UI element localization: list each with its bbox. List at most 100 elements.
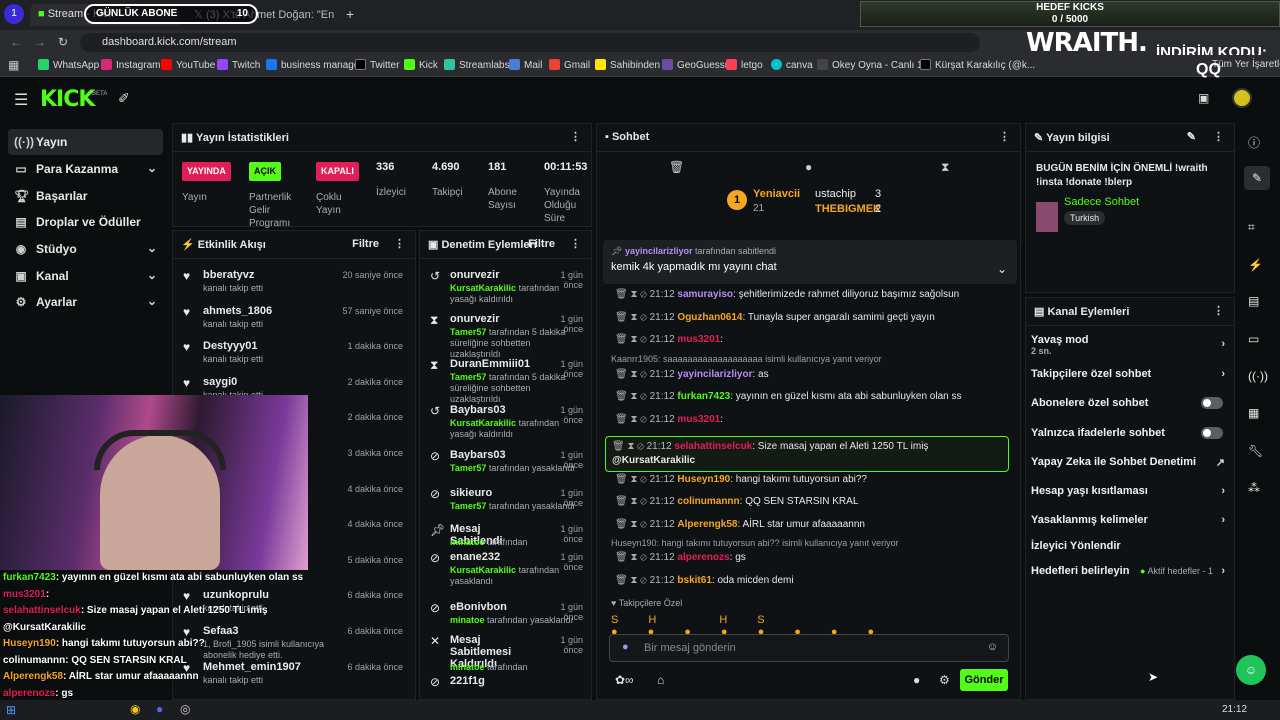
sidebar-item-yayin[interactable]: ((·)) Yayın <box>8 129 163 155</box>
hourglass-icon[interactable]: ⧗ <box>941 160 949 175</box>
banned-words-row[interactable]: Yasaklanmış kelimeler › <box>1031 514 1225 526</box>
account-age-row[interactable]: Hesap yaşı kısıtlaması › <box>1031 485 1225 497</box>
edit-icon[interactable]: ✎ <box>1187 130 1196 143</box>
trash-icon[interactable]: 🗑︎ <box>615 369 630 380</box>
reload-icon[interactable]: ↻ <box>58 35 68 49</box>
bubble-icon[interactable]: ● <box>805 160 812 174</box>
bookmark-business-manager[interactable]: business manager <box>266 59 363 71</box>
chrome-icon[interactable]: ◉ <box>130 702 140 716</box>
more-icon[interactable]: ⋮ <box>394 237 405 250</box>
ban-icon[interactable]: ⊘ <box>640 289 649 300</box>
goals-row[interactable]: Hedefleri belirleyin ● Aktif hedefler - 1… <box>1031 565 1225 577</box>
bookmark-instagram[interactable]: Instagram <box>101 59 160 71</box>
send-button[interactable]: Gönder <box>960 669 1008 691</box>
filter-button[interactable]: Filtre <box>352 238 379 250</box>
capture-icon[interactable]: ⌗ <box>1248 220 1255 235</box>
chat-username[interactable]: Huseyn190 <box>677 474 730 485</box>
chat-username[interactable]: bskit61 <box>677 575 711 586</box>
hourglass-icon[interactable]: ⧗ <box>630 289 640 300</box>
trash-icon[interactable]: 🗑︎ <box>615 474 630 485</box>
sidebar-item-studyo[interactable]: ◉ Stüdyo ⌄ <box>8 236 163 262</box>
hourglass-icon[interactable]: ⧗ <box>630 312 640 323</box>
trash-icon[interactable]: 🗑︎ <box>615 552 630 563</box>
hourglass-icon[interactable]: ⧗ <box>627 441 637 452</box>
emoji-icon[interactable]: ☺ <box>987 641 998 653</box>
more-icon[interactable]: ⋮ <box>570 130 581 143</box>
ban-icon[interactable]: ⊘ <box>640 496 649 507</box>
hourglass-icon[interactable]: ⧗ <box>630 474 640 485</box>
trash-icon[interactable]: 🗑︎ <box>615 575 630 586</box>
trash-icon[interactable]: 🗑︎ <box>615 312 630 323</box>
bookmark-twitch[interactable]: Twitch <box>217 59 260 71</box>
avatar[interactable] <box>1232 88 1252 108</box>
hourglass-icon[interactable]: ⧗ <box>630 391 640 402</box>
wallet-icon[interactable]: ▣ <box>1198 91 1209 105</box>
bolt-rail-icon[interactable]: ⚡ <box>1248 258 1263 272</box>
forward-icon[interactable]: → <box>34 35 46 49</box>
trash-icon[interactable]: 🗑︎ <box>615 289 630 300</box>
support-button[interactable]: ☺ <box>1236 655 1266 685</box>
chat-message[interactable]: 🗑︎ ⧗ ⊘ 21:12 colinumannn: QQ SEN STARSIN… <box>615 496 858 507</box>
hourglass-icon[interactable]: ⧗ <box>630 496 640 507</box>
chat-bubble-icon[interactable]: ● <box>913 673 920 687</box>
ban-icon[interactable]: ⊘ <box>640 369 649 380</box>
moderation-item[interactable]: ⊘ Baybars03 Tamer57 tarafından yasaklandı 1… <box>420 447 591 487</box>
bookmark-letgo[interactable]: letgo <box>726 59 763 71</box>
subs-only-toggle[interactable] <box>1201 397 1223 409</box>
chat-message[interactable]: 🗑︎ ⧗ ⊘ 21:12 Alperengk58: AİRL star umur… <box>615 519 865 530</box>
pin-tool-icon[interactable]: ✐ <box>118 90 130 107</box>
chat-username[interactable]: Oguzhan0614 <box>677 312 742 323</box>
bookmark-geoguessr[interactable]: GeoGuessr <box>662 59 728 71</box>
ban-icon[interactable]: ⊘ <box>640 334 649 345</box>
bookmark-youtube[interactable]: YouTube <box>161 59 215 71</box>
slow-mode-row[interactable]: Yavaş mod 2 sn. › <box>1031 334 1225 356</box>
ban-icon[interactable]: ⊘ <box>640 391 649 402</box>
ban-icon[interactable]: ⊘ <box>640 519 649 530</box>
chat-message[interactable]: 🗑︎ ⧗ ⊘ 21:12 selahattinselcuk: Size masa… <box>605 436 1009 472</box>
trash-icon[interactable]: 🗑︎ <box>615 496 630 507</box>
ai-moderation-row[interactable]: Yapay Zeka ile Sohbet Denetimi ↗ <box>1031 456 1225 469</box>
edit-rail-icon[interactable]: ✎ <box>1244 166 1270 190</box>
chat-message[interactable]: 🗑︎ ⧗ ⊘ 21:12 furkan7423: yayının en güze… <box>615 391 961 402</box>
trash-icon[interactable]: 🗑︎ <box>615 334 630 345</box>
chat-username[interactable]: Alperengk58 <box>677 519 737 530</box>
redirect-row[interactable]: İzleyici Yönlendir <box>1031 540 1225 552</box>
more-icon[interactable]: ⋮ <box>570 237 581 250</box>
followers-only-row[interactable]: Takipçilere özel sohbet › <box>1031 368 1225 380</box>
moderation-item[interactable]: ⊘ enane232 KursatKarakilic tarafından yasa… <box>420 549 591 589</box>
trash-icon[interactable]: 🗑︎ <box>669 160 684 174</box>
bookmark-mail[interactable]: Mail <box>509 59 542 71</box>
hourglass-icon[interactable]: ⧗ <box>630 334 640 345</box>
bookmark-gmail[interactable]: Gmail <box>549 59 590 71</box>
new-tab-button[interactable]: + <box>346 6 354 22</box>
bookmark-all[interactable]: Tüm Yer İşaretleri <box>1212 59 1280 70</box>
pinned-message[interactable]: 📌︎ yayincilarizliyor tarafından sabitlen… <box>603 240 1017 284</box>
chat-username[interactable]: samurayiso <box>677 289 733 300</box>
trash-icon[interactable]: 🗑︎ <box>615 519 630 530</box>
bookmark-sahibinden[interactable]: Sahibinden <box>595 59 660 71</box>
chat-message[interactable]: 🗑︎ ⧗ ⊘ 21:12 mus3201: <box>615 334 723 345</box>
bookmark-kick[interactable]: Kick <box>404 59 438 71</box>
ban-icon[interactable]: ⊘ <box>640 414 649 425</box>
chat-username[interactable]: furkan7423 <box>677 391 730 402</box>
ban-icon[interactable]: ⊘ <box>640 552 649 563</box>
gift-icon[interactable]: ✿∞ <box>615 673 634 687</box>
back-icon[interactable]: ← <box>10 35 22 49</box>
subs-only-row[interactable]: Abonelere özel sohbet <box>1031 397 1225 409</box>
kick-logo[interactable]: KICK <box>40 87 95 112</box>
sidebar-item-ayarlar[interactable]: ⚙ Ayarlar ⌄ <box>8 289 163 315</box>
hourglass-icon[interactable]: ⧗ <box>630 414 640 425</box>
chat-input[interactable]: ● Bir mesaj gönderin ☺ <box>609 634 1009 662</box>
apps-icon[interactable]: ▦ <box>8 58 19 72</box>
ban-icon[interactable]: ⊘ <box>640 575 649 586</box>
ban-icon[interactable]: ⊘ <box>637 441 646 452</box>
chevron-down-icon[interactable]: ⌄ <box>997 262 1007 276</box>
info-icon[interactable]: ⓘ <box>1248 134 1260 151</box>
obs-icon[interactable]: ◎ <box>180 702 190 716</box>
mic-icon[interactable]: ● <box>622 641 629 653</box>
menu-icon[interactable]: ☰ <box>14 90 28 110</box>
broadcast-icon[interactable]: ((·)) <box>1248 369 1268 383</box>
moderation-item[interactable]: ⊘ 221f1g <box>420 673 591 699</box>
emote-only-row[interactable]: Yalnızca ifadelerle sohbet <box>1031 427 1225 439</box>
moderation-item[interactable]: ⊘ sikieuro Tamer57 tarafından yasaklandı 1 … <box>420 485 591 525</box>
